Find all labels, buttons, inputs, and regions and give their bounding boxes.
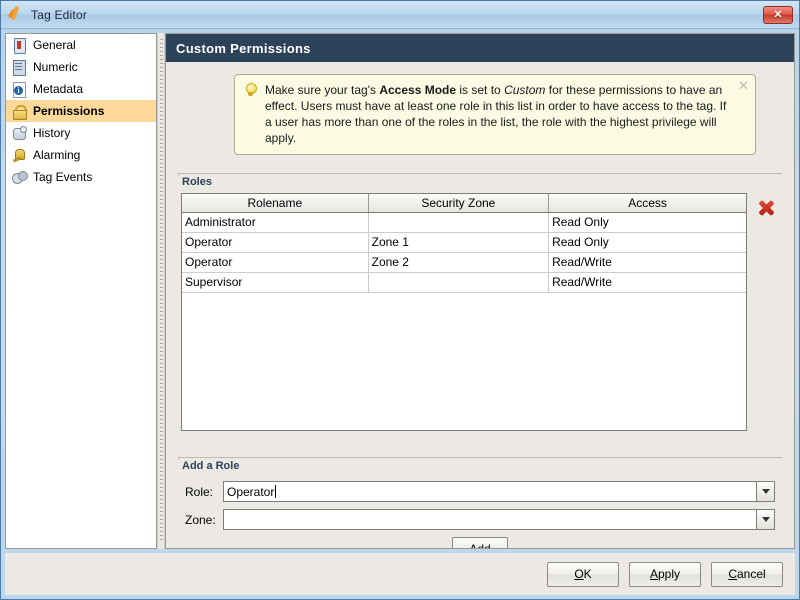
gears-icon — [11, 169, 27, 185]
roles-table: RolenameSecurity ZoneAccess Administrato… — [182, 194, 746, 431]
zone-combobox[interactable] — [223, 509, 775, 530]
lightbulb-icon — [243, 82, 259, 100]
close-icon: ✕ — [773, 8, 782, 21]
role-input[interactable]: Operator — [224, 482, 756, 501]
role-label: Role: — [181, 485, 223, 499]
sidebar-item-tag-events[interactable]: Tag Events — [6, 166, 156, 188]
alarm-bell-icon — [11, 147, 27, 163]
role-dropdown-arrow[interactable] — [756, 482, 774, 501]
sidebar-item-metadata[interactable]: Metadata — [6, 78, 156, 100]
cell-access[interactable]: Read Only — [549, 232, 746, 252]
sidebar-item-label: History — [33, 126, 70, 140]
zone-dropdown-arrow[interactable] — [756, 510, 774, 529]
window-title: Tag Editor — [31, 8, 763, 22]
panel-title: Custom Permissions — [166, 34, 794, 62]
cell-access[interactable]: Read Only — [549, 212, 746, 232]
cancel-button[interactable]: Cancel — [711, 562, 783, 587]
table-row[interactable]: OperatorZone 1Read Only — [182, 232, 746, 252]
cell-zone[interactable]: Zone 1 — [368, 232, 548, 252]
ok-button[interactable]: OK — [547, 562, 619, 587]
clipboard-icon — [11, 37, 27, 53]
cancel-label: ancel — [737, 567, 766, 581]
cell-access[interactable]: Read/Write — [549, 252, 746, 272]
table-row[interactable]: Administrator Read Only — [182, 212, 746, 232]
cell-zone[interactable] — [368, 212, 548, 232]
info-icon — [11, 81, 27, 97]
sidebar-item-label: Alarming — [33, 148, 80, 162]
tag-icon — [9, 7, 25, 23]
roles-group: Roles RolenameSecurity ZoneAccess Admini… — [178, 165, 782, 437]
zone-input[interactable] — [224, 510, 756, 529]
banner-segment: Make sure your tag's — [265, 83, 379, 97]
sidebar-item-history[interactable]: History — [6, 122, 156, 144]
column-header-access[interactable]: Access — [549, 194, 746, 212]
table-row[interactable]: Supervisor Read/Write — [182, 272, 746, 292]
cell-rolename[interactable]: Supervisor — [182, 272, 368, 292]
sidebar-item-label: Numeric — [33, 60, 78, 74]
zone-label: Zone: — [181, 513, 223, 527]
sidebar-item-permissions[interactable]: Permissions — [6, 100, 156, 122]
sidebar-item-label: General — [33, 38, 76, 52]
zone-field-row: Zone: — [181, 509, 779, 530]
info-banner-text: Make sure your tag's Access Mode is set … — [265, 82, 747, 146]
cancel-mnemonic: C — [728, 567, 737, 581]
cell-access[interactable]: Read/Write — [549, 272, 746, 292]
apply-label: pply — [658, 567, 680, 581]
empty-cell — [549, 292, 746, 431]
info-banner: Make sure your tag's Access Mode is set … — [234, 74, 756, 155]
chevron-down-icon — [762, 517, 770, 522]
history-icon — [11, 125, 27, 141]
apply-button[interactable]: Apply — [629, 562, 701, 587]
panel-body: Make sure your tag's Access Mode is set … — [166, 62, 794, 548]
column-header-security-zone[interactable]: Security Zone — [368, 194, 548, 212]
empty-cell — [368, 292, 548, 431]
roles-group-title: Roles — [178, 176, 217, 188]
chevron-down-icon — [762, 489, 770, 494]
sidebar-item-alarming[interactable]: Alarming — [6, 144, 156, 166]
sidebar-item-numeric[interactable]: Numeric — [6, 56, 156, 78]
split-pane-divider[interactable] — [157, 33, 165, 549]
title-bar: Tag Editor ✕ — [1, 1, 799, 29]
empty-cell — [182, 292, 368, 431]
dialog-content: General Numeric Metadata Permissions History… — [5, 33, 795, 549]
role-combobox[interactable]: Operator — [223, 481, 775, 502]
tag-editor-window: Tag Editor ✕ General Numeric Metadata Permi… — [0, 0, 800, 600]
banner-segment: is set to — [456, 83, 504, 97]
window-close-button[interactable]: ✕ — [763, 6, 793, 24]
column-header-rolename[interactable]: Rolename — [182, 194, 368, 212]
apply-mnemonic: A — [650, 567, 658, 581]
cell-zone[interactable]: Zone 2 — [368, 252, 548, 272]
banner-segment: Access Mode — [379, 83, 456, 97]
dialog-footer: OK Apply Cancel — [5, 553, 795, 595]
sidebar-item-label: Metadata — [33, 82, 83, 96]
table-row[interactable]: OperatorZone 2Read/Write — [182, 252, 746, 272]
add-role-group: Add a Role Role: Operator — [178, 449, 782, 548]
category-sidebar: General Numeric Metadata Permissions History… — [5, 33, 157, 549]
sidebar-item-label: Permissions — [33, 104, 104, 118]
delete-x-icon — [757, 199, 775, 217]
delete-role-button[interactable] — [753, 197, 779, 219]
banner-close-icon[interactable]: ✕ — [737, 79, 750, 92]
table-empty-area — [182, 292, 746, 431]
numeric-icon — [11, 59, 27, 75]
ok-mnemonic: O — [574, 567, 583, 581]
add-role-group-title: Add a Role — [178, 460, 244, 472]
table-header-row: RolenameSecurity ZoneAccess — [182, 194, 746, 212]
cell-rolename[interactable]: Operator — [182, 252, 368, 272]
cell-rolename[interactable]: Administrator — [182, 212, 368, 232]
sidebar-item-general[interactable]: General — [6, 34, 156, 56]
main-panel: Custom Permissions Make sure your tag's … — [165, 33, 795, 549]
add-role-button[interactable]: Add — [452, 537, 508, 548]
lock-icon — [11, 103, 27, 119]
banner-segment: Custom — [504, 83, 545, 97]
cell-rolename[interactable]: Operator — [182, 232, 368, 252]
roles-table-container[interactable]: RolenameSecurity ZoneAccess Administrato… — [181, 193, 747, 431]
sidebar-item-label: Tag Events — [33, 170, 92, 184]
role-field-row: Role: Operator — [181, 481, 779, 502]
ok-label: K — [584, 567, 592, 581]
cell-zone[interactable] — [368, 272, 548, 292]
